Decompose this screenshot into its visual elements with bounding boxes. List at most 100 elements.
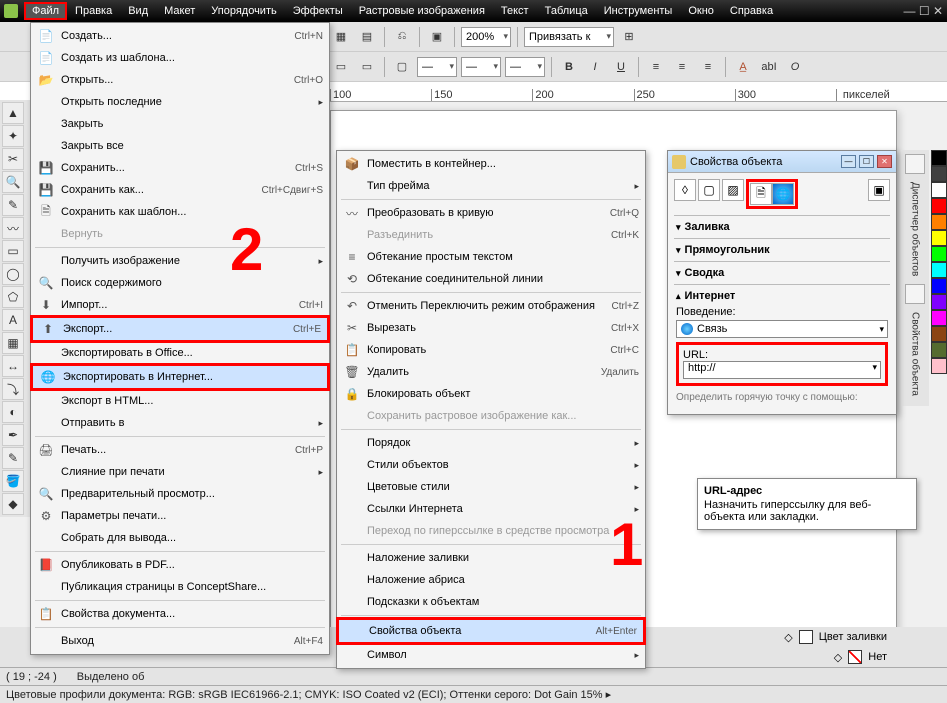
tab-outline-icon[interactable]: ◊ — [674, 179, 696, 201]
docker-tab-label[interactable]: Свойства объекта — [910, 312, 921, 396]
menu-arrange[interactable]: Упорядочить — [203, 2, 284, 20]
tool-btn[interactable]: ▣ — [426, 26, 448, 48]
menu-item[interactable]: Собрать для вывода... — [31, 527, 329, 549]
menu-item[interactable]: ⚙Параметры печати... — [31, 505, 329, 527]
color-swatch[interactable] — [931, 310, 947, 326]
menu-item[interactable]: Порядок▸ — [337, 432, 645, 454]
menu-item[interactable]: ≡Обтекание простым текстом — [337, 246, 645, 268]
docker-tab-icon[interactable] — [905, 154, 925, 174]
window-controls[interactable]: — ☐ ✕ — [904, 4, 943, 18]
menu-edit[interactable]: Правка — [67, 2, 120, 20]
stroke-combo[interactable]: — — [461, 57, 501, 77]
tab-fill-icon[interactable]: ▢ — [698, 179, 720, 201]
bold-btn[interactable]: B — [558, 56, 580, 78]
ellipse-tool[interactable]: ◯ — [2, 263, 24, 285]
tab-more-icon[interactable]: ▣ — [868, 179, 890, 201]
menu-item[interactable]: 📂Открыть...Ctrl+O — [31, 69, 329, 91]
menu-item[interactable]: 💾Сохранить как...Ctrl+Сдвиг+S — [31, 179, 329, 201]
menu-view[interactable]: Вид — [120, 2, 156, 20]
menu-item[interactable]: 🗑УдалитьУдалить — [337, 361, 645, 383]
color-swatch[interactable] — [931, 214, 947, 230]
zoom-tool[interactable]: 🔍 — [2, 171, 24, 193]
menu-item[interactable]: Закрыть все — [31, 135, 329, 157]
menu-file[interactable]: Файл — [24, 2, 67, 20]
menu-item[interactable]: ✂ВырезатьCtrl+X — [337, 317, 645, 339]
tool-btn[interactable]: ⊞ — [618, 26, 640, 48]
menu-layout[interactable]: Макет — [156, 2, 203, 20]
section-fill[interactable]: Заливка — [685, 221, 730, 233]
tool-btn[interactable]: ▭ — [356, 56, 378, 78]
tool-btn[interactable]: ▦ — [330, 26, 352, 48]
text-btn[interactable]: A̲ — [732, 56, 754, 78]
menu-item[interactable]: 📋КопироватьCtrl+C — [337, 339, 645, 361]
menu-item[interactable]: Тип фрейма▸ — [337, 175, 645, 197]
menu-item[interactable]: ⬆Экспорт...Ctrl+E — [33, 318, 327, 340]
menu-item[interactable]: 🔒Блокировать объект — [337, 383, 645, 405]
connector-tool[interactable]: ⤵ — [2, 378, 24, 400]
menu-item[interactable]: 📕Опубликовать в PDF... — [31, 554, 329, 576]
menu-item[interactable]: 💾Сохранить...Ctrl+S — [31, 157, 329, 179]
stroke-combo[interactable]: — — [417, 57, 457, 77]
menu-table[interactable]: Таблица — [537, 2, 596, 20]
menu-item[interactable]: Цветовые стили▸ — [337, 476, 645, 498]
menu-item[interactable]: 🔍Поиск содержимого — [31, 272, 329, 294]
menu-item[interactable]: Наложение заливки — [337, 547, 645, 569]
menu-item[interactable]: 📋Свойства документа... — [31, 603, 329, 625]
menu-item[interactable]: Стили объектов▸ — [337, 454, 645, 476]
pick-tool[interactable]: ▲ — [2, 102, 24, 124]
menu-item[interactable]: Подсказки к объектам — [337, 591, 645, 613]
color-swatch[interactable] — [931, 182, 947, 198]
text-btn[interactable]: O — [784, 56, 806, 78]
underline-btn[interactable]: U — [610, 56, 632, 78]
shape-tool[interactable]: ✦ — [2, 125, 24, 147]
menu-item[interactable]: Закрыть — [31, 113, 329, 135]
menu-item[interactable]: Ссылки Интернета▸ — [337, 498, 645, 520]
menu-tools[interactable]: Инструменты — [596, 2, 681, 20]
menu-item[interactable]: ВыходAlt+F4 — [31, 630, 329, 652]
color-swatch[interactable] — [931, 342, 947, 358]
menu-item[interactable]: Экспортировать в Office... — [31, 342, 329, 364]
menu-effects[interactable]: Эффекты — [285, 2, 351, 20]
tool-btn[interactable]: ⎌ — [391, 26, 413, 48]
polygon-tool[interactable]: ⬠ — [2, 286, 24, 308]
eyedrop-tool[interactable]: ✒ — [2, 424, 24, 446]
color-swatch[interactable] — [931, 230, 947, 246]
menu-item[interactable]: ⬇Импорт...Ctrl+I — [31, 294, 329, 316]
url-input[interactable]: http:// — [683, 361, 881, 379]
section-summary[interactable]: Сводка — [685, 267, 725, 279]
menu-window[interactable]: Окно — [680, 2, 722, 20]
menu-item[interactable]: 🌐Экспортировать в Интернет... — [33, 366, 327, 388]
fill-swatch[interactable] — [799, 630, 813, 644]
align-btn[interactable]: ≡ — [645, 56, 667, 78]
menu-item[interactable]: 📄Создать...Ctrl+N — [31, 25, 329, 47]
color-swatch[interactable] — [931, 278, 947, 294]
menu-item[interactable]: Символ▸ — [337, 644, 645, 666]
menu-item[interactable]: Получить изображение▸ — [31, 250, 329, 272]
fill-tool[interactable]: 🪣 — [2, 470, 24, 492]
color-swatch[interactable] — [931, 262, 947, 278]
color-swatch[interactable] — [931, 150, 947, 166]
menu-item[interactable]: 🗎Сохранить как шаблон... — [31, 201, 329, 223]
tab-internet-icon[interactable]: 🌐 — [772, 183, 794, 205]
italic-btn[interactable]: I — [584, 56, 606, 78]
stroke-combo[interactable]: — — [505, 57, 545, 77]
menu-item[interactable]: 🖨Печать...Ctrl+P — [31, 439, 329, 461]
menu-item[interactable]: Наложение абриса — [337, 569, 645, 591]
tool-btn[interactable]: ▤ — [356, 26, 378, 48]
color-swatch[interactable] — [931, 326, 947, 342]
tab-trans-icon[interactable]: ▨ — [722, 179, 744, 201]
menu-item[interactable]: ⟲Обтекание соединительной линии — [337, 268, 645, 290]
align-btn[interactable]: ≡ — [697, 56, 719, 78]
menu-item[interactable]: Экспорт в HTML... — [31, 390, 329, 412]
snap-combo[interactable]: Привязать к — [524, 27, 614, 47]
minimize-btn[interactable]: — — [841, 155, 856, 168]
menu-item[interactable]: Слияние при печати▸ — [31, 461, 329, 483]
smart-tool[interactable]: 〰 — [2, 217, 24, 239]
align-btn[interactable]: ≡ — [671, 56, 693, 78]
interactive-fill-tool[interactable]: ◆ — [2, 493, 24, 515]
docker-tab-icon[interactable] — [905, 284, 925, 304]
interactive-tool[interactable]: ◐ — [2, 401, 24, 423]
menu-item[interactable]: 〰Преобразовать в кривуюCtrl+Q — [337, 202, 645, 224]
behavior-select[interactable]: Связь — [676, 320, 888, 338]
rect-tool[interactable]: ▭ — [2, 240, 24, 262]
